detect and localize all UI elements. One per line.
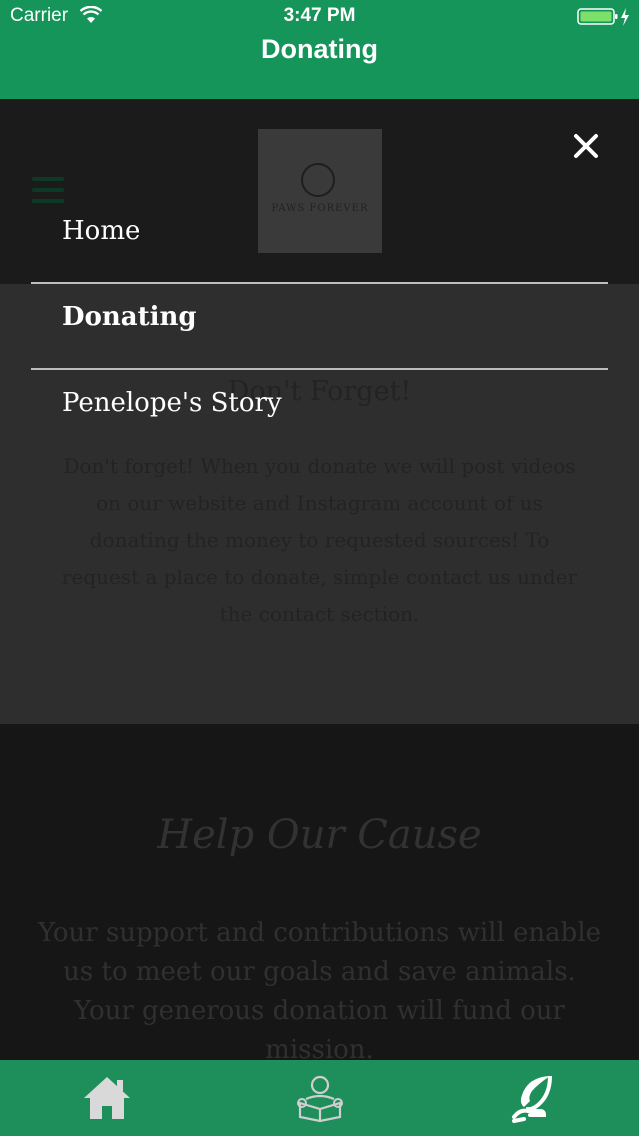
- app-header: Carrier 3:47 PM Donating: [0, 0, 639, 99]
- side-menu: Home Donating Penelope's Story: [31, 198, 608, 454]
- menu-item-penelopes-story[interactable]: Penelope's Story: [31, 370, 608, 454]
- page-title: Donating: [261, 34, 378, 64]
- reading-person-icon: [296, 1075, 343, 1123]
- logo-paw-icon: [301, 163, 335, 197]
- menu-item-label: Home: [62, 216, 141, 246]
- tab-bar: [0, 1060, 639, 1136]
- tab-story[interactable]: [213, 1060, 426, 1136]
- menu-item-label: Donating: [62, 302, 197, 332]
- status-bar: Carrier 3:47 PM: [0, 0, 639, 32]
- battery-icon: [577, 8, 629, 26]
- clock: 3:47 PM: [283, 5, 356, 26]
- close-icon: [574, 134, 598, 158]
- cause-text: Your support and contributions will enab…: [37, 918, 602, 1065]
- tab-donate[interactable]: [426, 1060, 639, 1136]
- menu-item-label: Penelope's Story: [62, 388, 282, 418]
- tab-home[interactable]: [0, 1060, 213, 1136]
- home-icon: [83, 1077, 130, 1119]
- menu-item-donating[interactable]: Donating: [31, 284, 608, 368]
- section-text: Don't forget! When you donate we will po…: [61, 454, 578, 626]
- cause-title: Help Our Cause: [157, 812, 482, 858]
- menu-item-home[interactable]: Home: [31, 198, 608, 282]
- leaf-hand-icon: [511, 1075, 552, 1123]
- close-menu-button[interactable]: [566, 126, 606, 166]
